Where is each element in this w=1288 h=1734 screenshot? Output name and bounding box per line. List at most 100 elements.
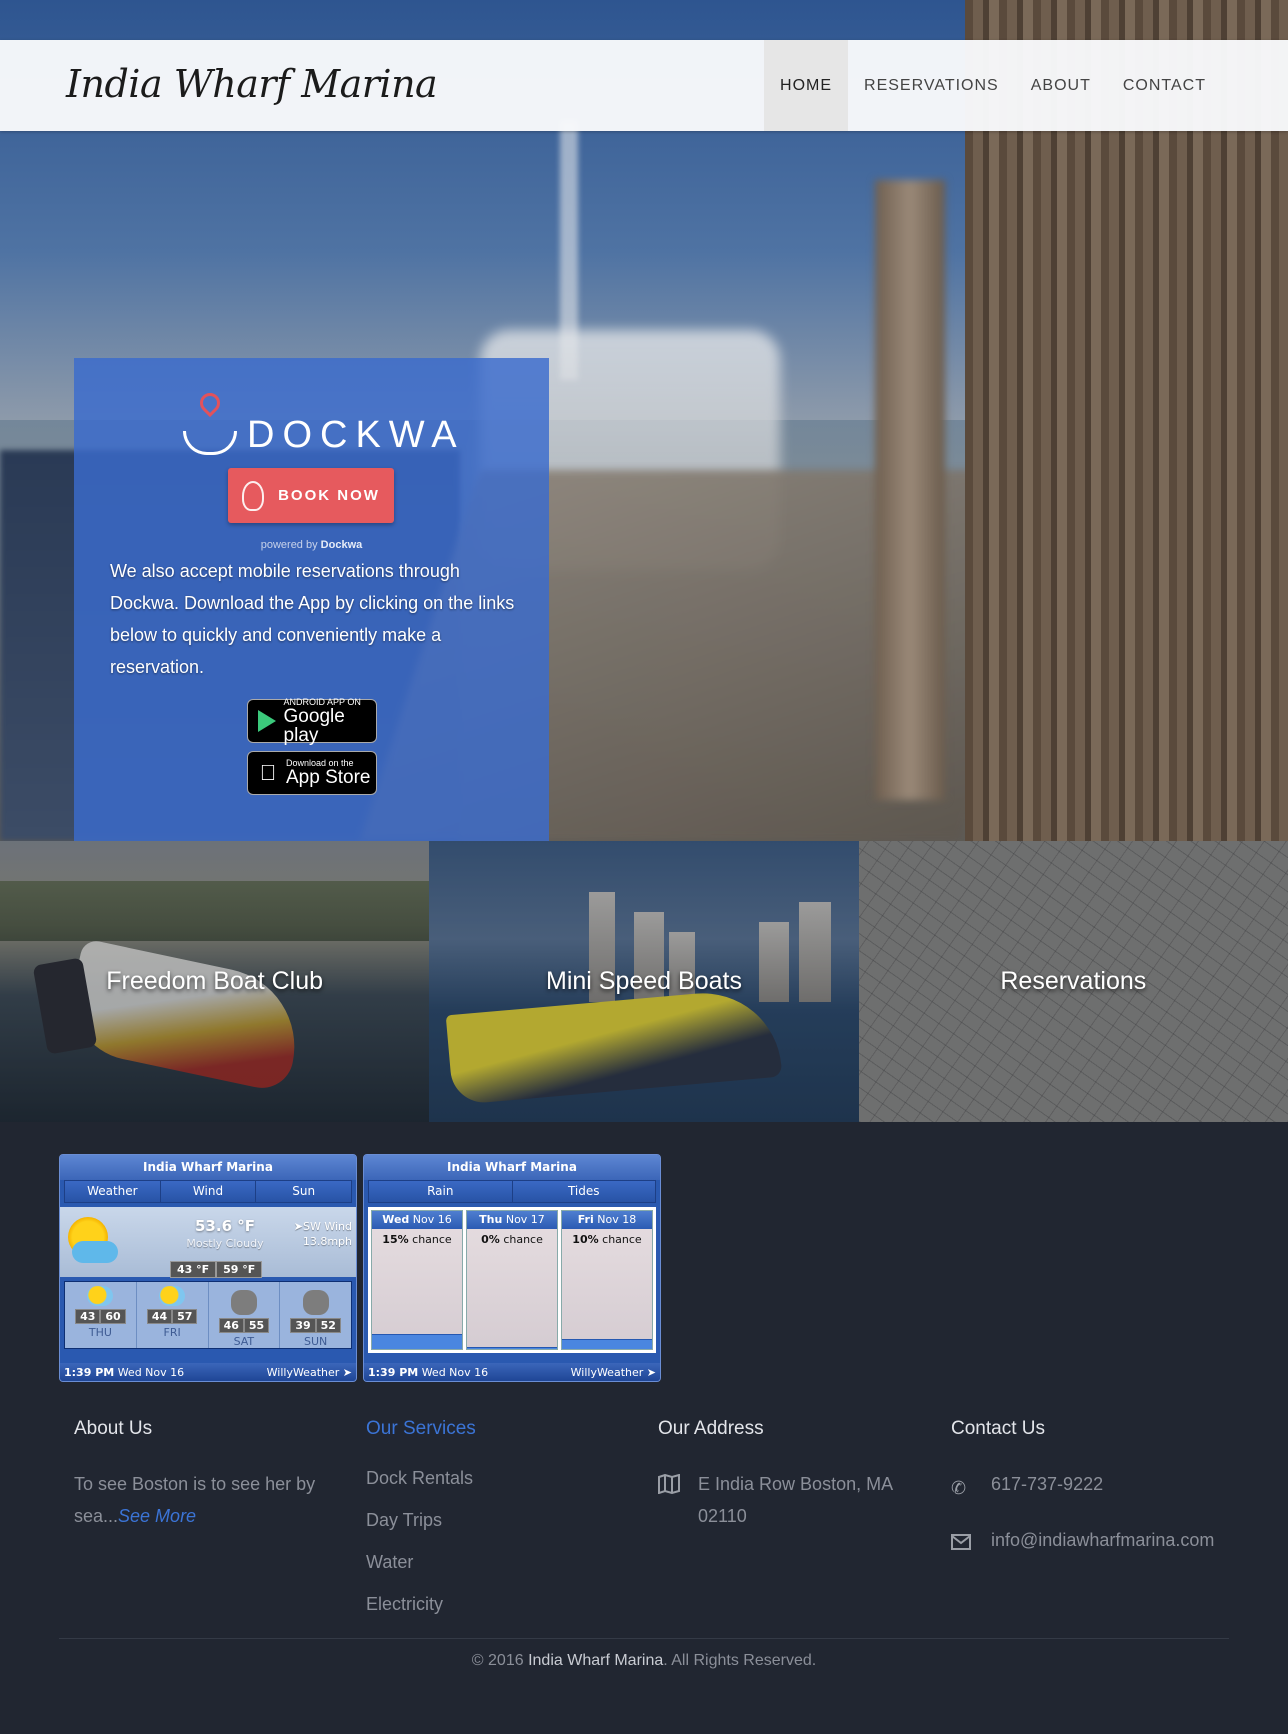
rain-bar	[562, 1339, 652, 1349]
tab-weather[interactable]: Weather	[65, 1181, 161, 1202]
service-electricity[interactable]: Electricity	[366, 1594, 636, 1636]
nav-contact[interactable]: CONTACT	[1107, 40, 1222, 131]
willyweather-link[interactable]: WillyWeather	[571, 1366, 644, 1379]
dockwa-panel: DOCKWA BOOK NOW powered by Dockwa We als…	[74, 358, 549, 841]
current-temp: 53.6 °F	[195, 1217, 255, 1235]
copyright-brand[interactable]: India Wharf Marina	[528, 1652, 663, 1669]
google-play-icon	[254, 707, 280, 735]
rain-day-date: Nov 17	[505, 1213, 545, 1226]
footer-contact: Contact Us ✆ 617-737-9222 info@indiawhar…	[951, 1418, 1241, 1580]
tile-mini-speed-boats[interactable]: Mini Speed Boats	[429, 841, 859, 1122]
book-now-label: BOOK NOW	[278, 487, 380, 504]
wind-direction: SW Wind	[302, 1220, 352, 1233]
powered-prefix: powered by	[260, 539, 318, 551]
forecast-days: 43 60 THU 44 57 FRI 46 55 SAT 39 52 SUN	[64, 1281, 352, 1349]
rain-tabs: Rain Tides	[368, 1180, 656, 1203]
sun-cloud-icon	[87, 1286, 114, 1306]
powered-brand[interactable]: Dockwa	[321, 539, 363, 551]
app-store-button[interactable]:  Download on the App Store	[247, 751, 377, 795]
forecast-day: 43 60 THU	[65, 1282, 137, 1348]
tab-wind[interactable]: Wind	[161, 1181, 257, 1202]
rain-pct: 15%	[382, 1233, 409, 1246]
top-navbar: India Wharf Marina HOME RESERVATIONS ABO…	[0, 40, 1288, 131]
day-name: SUN	[303, 1335, 328, 1348]
weather-title: India Wharf Marina	[60, 1155, 356, 1180]
footer-address: Our Address E India Row Boston, MA 02110	[658, 1418, 918, 1552]
service-dock-rentals[interactable]: Dock Rentals	[366, 1468, 636, 1510]
tile-label: Mini Speed Boats	[546, 967, 742, 995]
day-low: 46	[218, 1318, 244, 1333]
contact-heading: Contact Us	[951, 1418, 1045, 1439]
tab-sun[interactable]: Sun	[256, 1181, 351, 1202]
see-more-link[interactable]: See More	[118, 1506, 196, 1526]
services-heading[interactable]: Our Services	[366, 1418, 636, 1440]
phone-icon: ✆	[951, 1478, 967, 1498]
tile-label: Freedom Boat Club	[106, 967, 324, 995]
rain-day-date: Nov 18	[597, 1213, 637, 1226]
wind-arrow-icon: ➤	[293, 1220, 303, 1233]
footer-divider	[59, 1638, 1229, 1639]
copyright-prefix: © 2016	[471, 1652, 524, 1669]
min-max: 43 °F 59 °F	[170, 1261, 263, 1278]
weather-tabs: Weather Wind Sun	[64, 1180, 352, 1203]
email-address[interactable]: info@indiawharfmarina.com	[991, 1524, 1214, 1560]
willyweather-icon: ➤	[646, 1365, 656, 1379]
rain-forecast: Wed Nov 16 15% chance Thu Nov 17 0% chan…	[368, 1207, 656, 1353]
site-logo[interactable]: India Wharf Marina	[66, 62, 438, 106]
footer-about: About Us To see Boston is to see her by …	[74, 1418, 344, 1532]
rain-bar	[467, 1347, 557, 1349]
rain-day: Wed Nov 16 15% chance	[371, 1210, 463, 1350]
copyright: © 2016 India Wharf Marina. All Rights Re…	[0, 1652, 1288, 1670]
day-low: 39	[290, 1318, 316, 1333]
rain-pct: 10%	[572, 1233, 599, 1246]
forecast-day: 44 57 FRI	[137, 1282, 209, 1348]
map-icon	[658, 1468, 682, 1532]
rain-widget: India Wharf Marina Rain Tides Wed Nov 16…	[363, 1154, 661, 1382]
nav-about[interactable]: ABOUT	[1015, 40, 1107, 131]
day-name: FRI	[163, 1326, 181, 1339]
tile-freedom-boat-club[interactable]: Freedom Boat Club	[0, 841, 430, 1122]
day-high: 55	[243, 1318, 270, 1333]
book-now-button[interactable]: BOOK NOW	[228, 468, 394, 523]
phone-number[interactable]: 617-737-9222	[991, 1468, 1103, 1504]
rain-footer: 1:39 PM Wed Nov 16 WillyWeather ➤	[364, 1363, 660, 1381]
rain-day-name: Wed	[382, 1213, 410, 1226]
nav-home[interactable]: HOME	[764, 40, 849, 131]
day-name: THU	[88, 1326, 112, 1339]
day-high: 57	[172, 1309, 198, 1324]
tab-rain[interactable]: Rain	[369, 1181, 513, 1202]
copyright-suffix: . All Rights Reserved.	[663, 1652, 817, 1669]
dockwa-boat-icon	[179, 388, 241, 465]
cloud-icon	[72, 1241, 118, 1263]
wind-readout: ➤SW Wind 13.8mph	[294, 1219, 352, 1249]
max-temp: 59 °F	[216, 1261, 263, 1278]
tab-tides[interactable]: Tides	[513, 1181, 656, 1202]
weather-footer: 1:39 PM Wed Nov 16 WillyWeather ➤	[60, 1363, 356, 1381]
day-low: 44	[146, 1309, 173, 1324]
tile-reservations[interactable]: Reservations	[858, 841, 1288, 1122]
willyweather-link[interactable]: WillyWeather	[267, 1366, 340, 1379]
rain-chance-label: chance	[503, 1233, 543, 1246]
rain-pct: 0%	[481, 1233, 500, 1246]
email-icon	[951, 1524, 975, 1560]
google-play-button[interactable]: ANDROID APP ON Google play	[247, 697, 377, 745]
tile-label: Reservations	[1000, 967, 1147, 995]
service-water[interactable]: Water	[366, 1552, 636, 1594]
day-name: SAT	[233, 1335, 255, 1348]
rain-chance-label: chance	[602, 1233, 642, 1246]
service-day-trips[interactable]: Day Trips	[366, 1510, 636, 1552]
nav-reservations[interactable]: RESERVATIONS	[848, 40, 1015, 131]
rain-cloud-icon	[302, 1290, 329, 1315]
footer-time: 1:39 PM	[368, 1365, 419, 1379]
about-heading: About Us	[74, 1418, 153, 1439]
feature-tiles: Freedom Boat Club Mini Speed Boats Reser…	[0, 841, 1288, 1122]
weather-widget: India Wharf Marina Weather Wind Sun 53.6…	[59, 1154, 357, 1382]
willyweather-icon: ➤	[342, 1365, 352, 1379]
about-text: To see Boston is to see her by sea...See…	[74, 1468, 344, 1532]
footer-services: Our Services Dock Rentals Day Trips Wate…	[366, 1418, 636, 1636]
rain-day-name: Fri	[577, 1213, 594, 1226]
rain-day-name: Thu	[479, 1213, 503, 1226]
dockwa-pin-icon	[242, 480, 265, 511]
wind-speed: 13.8mph	[302, 1235, 352, 1248]
main-menu: HOME RESERVATIONS ABOUT CONTACT	[764, 40, 1222, 131]
